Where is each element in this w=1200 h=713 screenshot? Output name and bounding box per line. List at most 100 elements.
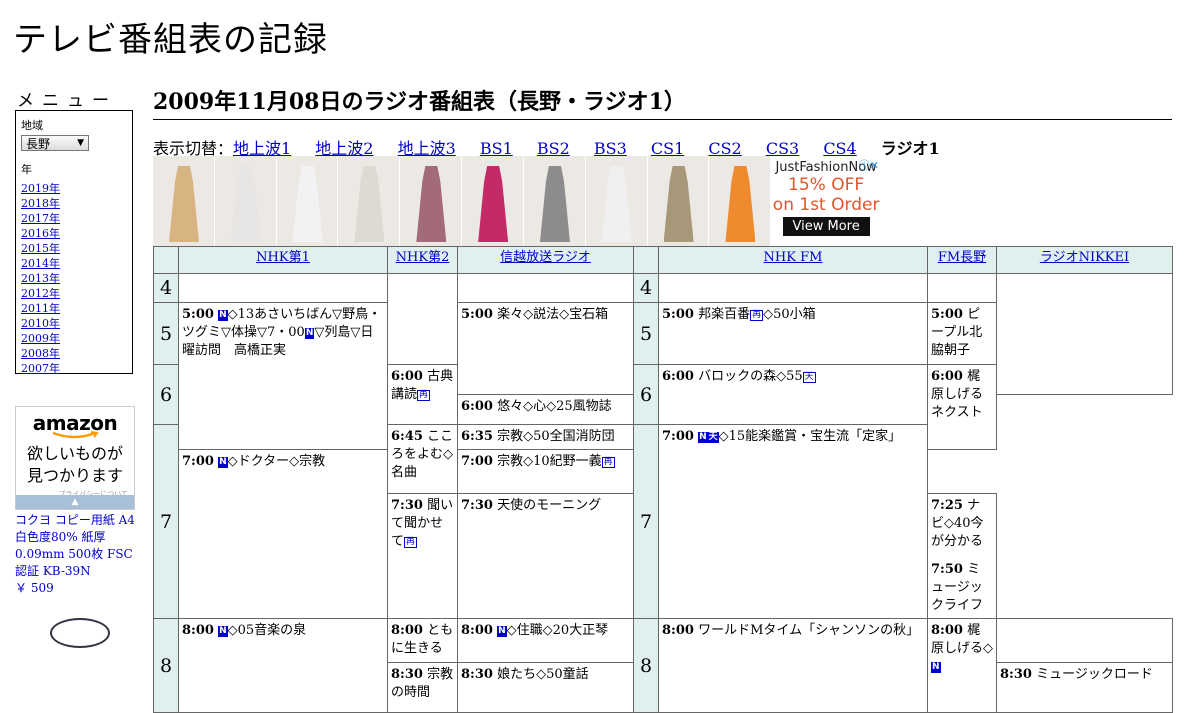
year-link-2015[interactable]: 2015年 [21,242,60,255]
channel-link-nhkfm[interactable]: NHK FM [764,250,823,265]
dress-image [539,166,570,242]
dress-image [601,166,632,242]
rebroadcast-icon: 再 [404,537,418,548]
program-time: 8:00 [182,623,214,638]
channel-link-nhk1[interactable]: NHK第1 [256,250,310,265]
program-time: 8:00 [931,623,963,638]
program-cell[interactable]: 6:00 バロックの森◇55 天 [658,364,928,425]
program-cell[interactable]: 8:30 宗教の時間 [387,662,458,713]
year-link-2017[interactable]: 2017年 [21,212,60,225]
year-link-2007[interactable]: 2007年 [21,362,60,375]
dress-image [230,166,261,242]
program-cell[interactable]: 8:00 ともに生きる [387,618,458,663]
year-label: 年 [21,163,32,176]
menu-box: 地域 長野 ▼ 年 2019年 2018年 2017年 2016年 2015年 … [15,110,133,375]
program-cell[interactable]: 8:00 ワールドMタイム「シャンソンの秋」 [658,618,928,713]
amazon-ad[interactable]: amazon 欲しいものが 見つかります プライバシーについて ▲ [15,406,135,510]
dress-image [725,166,756,242]
channel-header: 信越放送ラジオ [457,246,634,274]
program-title: ◇50小箱 [763,307,816,322]
chevron-up-icon[interactable]: ▲ [16,495,134,509]
program-time: 7:30 [461,498,493,513]
ad-close-icon[interactable]: ⓘ✕ [859,157,879,173]
product-name-link[interactable]: コクヨ コピー用紙 A4 白色度80% 紙厚0.09mm 500枚 FSC認証 … [15,513,135,578]
year-link-2010[interactable]: 2010年 [21,317,60,330]
year-link-2014[interactable]: 2014年 [21,257,60,270]
program-title: 楽々◇説法◇宝石箱 [497,307,609,322]
news-icon: N [218,310,228,321]
channel-link-sbc[interactable]: 信越放送ラジオ [500,250,591,265]
program-cell[interactable]: 8:30 娘たち◇50童話 [457,662,634,713]
program-time: 8:30 [1000,667,1032,682]
program-cell[interactable]: 7:30 聞いて聞かせて再 [387,493,458,619]
amazon-logo: amazon [32,411,118,435]
ad-thumb[interactable] [153,156,214,246]
year-link-2011[interactable]: 2011年 [21,302,60,315]
dress-image [416,166,447,242]
ad-promo[interactable]: JustFashionNow 15% OFF on 1st Order View… [771,156,881,246]
program-cell[interactable]: 8:00 N◇住職◇20大正琴 [457,618,634,663]
year-link-2009[interactable]: 2009年 [21,332,60,345]
program-cell[interactable]: 7:25 ナビ◇40今が分かる 7:50 ミュージックライフ [927,493,997,619]
hour-header [153,246,179,274]
ad-thumb[interactable] [338,156,400,246]
empty-cell [658,273,928,303]
hour-header [633,246,659,274]
year-link-2018[interactable]: 2018年 [21,197,60,210]
program-time: 6:00 [662,369,694,384]
hour-cell: 8 [633,618,659,713]
hour-cell: 8 [153,618,179,713]
ad-thumb[interactable] [276,156,338,246]
switch-current-radio1: ラジオ1 [880,139,940,158]
program-cell[interactable]: 5:00 ピープル北脇朝子 [927,302,997,365]
year-link-2012[interactable]: 2012年 [21,287,60,300]
ad-thumb[interactable] [585,156,647,246]
ad-thumb[interactable] [400,156,462,246]
year-link-2016[interactable]: 2016年 [21,227,60,240]
channel-header: FM長野 [927,246,997,274]
region-select[interactable]: 長野 ▼ [21,135,89,151]
dress-image [169,166,199,242]
program-cell[interactable]: 7:00 宗教◇10紀野一義再 [457,449,634,494]
channel-link-nhk2[interactable]: NHK第2 [396,250,450,265]
ad-thumb[interactable] [709,156,771,246]
program-cell[interactable]: 5:00 楽々◇説法◇宝石箱 [457,302,634,395]
program-cell[interactable]: 6:00 梶原しげるネクスト [927,364,997,450]
channel-link-radio-nikkei[interactable]: ラジオNIKKEI [1040,250,1129,265]
program-table: NHK第1 NHK第2 信越放送ラジオ NHK FM FM長野 ラジオNIKKE… [153,246,1173,713]
year-link-2008[interactable]: 2008年 [21,347,60,360]
rebroadcast-icon: 再 [750,310,764,321]
program-cell[interactable]: 6:00 悠々◇心◇25風物誌 [457,394,634,425]
program-cell[interactable]: 5:00 N◇13あさいちばん▽野鳥・ツグミ▽体操▽7・00N▽列島▽日曜訪問 … [178,302,388,450]
program-title: ◇05音楽の泉 [227,623,307,638]
program-time: 8:00 [461,623,493,638]
year-link-2019[interactable]: 2019年 [21,182,60,195]
ad-thumb[interactable] [647,156,709,246]
ad-thumb[interactable] [214,156,276,246]
empty-cell [387,273,458,365]
ad-view-more-button[interactable]: View More [782,217,870,236]
year-link-2013[interactable]: 2013年 [21,272,60,285]
program-time: 7:25 [931,498,963,513]
fashion-banner-ad[interactable]: JustFashionNow 15% OFF on 1st Order View… [153,156,881,246]
program-title: 邦楽百番 [698,307,751,322]
program-cell[interactable]: 6:00 古典講読再 [387,364,458,425]
ad-thumb[interactable] [523,156,585,246]
program-cell[interactable]: 6:45 こころをよむ◇名曲 [387,424,458,494]
empty-cell [927,273,997,303]
program-cell[interactable]: 7:00 N◇ドクター◇宗教 [178,449,388,619]
news-icon: N [698,432,708,443]
globe-icon [50,618,110,648]
program-cell[interactable]: 7:00 N 天◇15能楽鑑賞・宝生流「定家」 [658,424,928,619]
channel-link-fm-nagano[interactable]: FM長野 [938,250,986,265]
program-cell[interactable]: 8:00 N◇05音楽の泉 [178,618,388,713]
program-cell[interactable]: 8:00 梶原しげる◇ N [927,618,997,713]
dress-image [478,166,509,242]
ad-thumb[interactable] [462,156,523,246]
program-cell[interactable]: 7:30 天使のモーニング [457,493,634,619]
program-cell[interactable]: 5:00 邦楽百番再 ◇50小箱 [658,302,928,365]
program-time: 7:00 [662,429,694,444]
news-icon: N [931,662,941,673]
program-cell[interactable]: 6:35 宗教◇50全国消防団 [457,424,634,450]
program-cell[interactable]: 8:30 ミュージックロード [996,662,1173,713]
